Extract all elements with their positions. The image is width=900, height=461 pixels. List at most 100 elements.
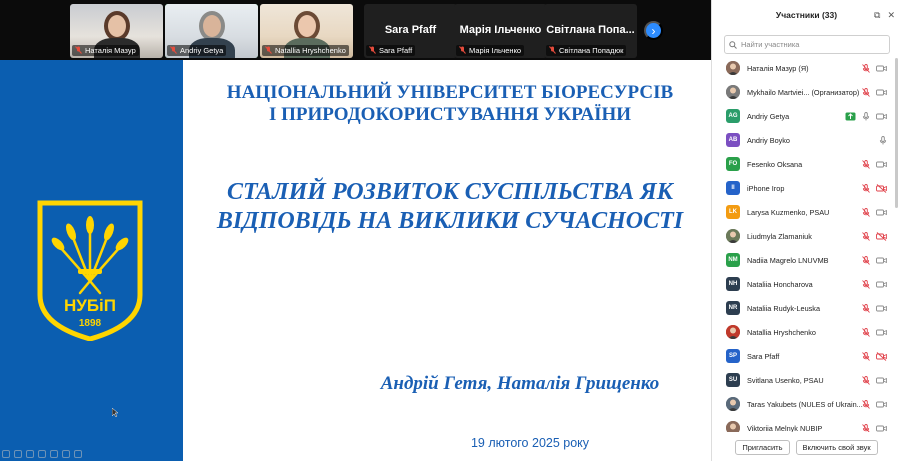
participant-name: Nadiia Magrelo LNUVMB [747, 255, 829, 265]
tile-name-label: Andriy Getya [167, 44, 256, 56]
participant-row[interactable]: Taras Yakubets (NULES of Ukrain... [712, 392, 900, 416]
participant-row[interactable]: Mykhailo Martviei... (Организатор) [712, 80, 900, 104]
mic-off-icon[interactable] [862, 351, 870, 361]
video-icon[interactable] [876, 88, 887, 97]
participant-row[interactable]: FO Fesenko Oksana [712, 152, 900, 176]
video-icon[interactable] [876, 256, 887, 265]
mic-off-icon[interactable] [862, 207, 870, 217]
more-icon[interactable] [74, 450, 82, 458]
video-off-icon[interactable] [876, 231, 887, 241]
mic-off-icon [170, 46, 177, 54]
participant-row[interactable]: NR Nataliia Rudyk-Leuska [712, 296, 900, 320]
participant-row[interactable]: Liudmyla Zlamaniuk [712, 224, 900, 248]
participant-search [724, 35, 890, 54]
participant-row[interactable]: Viktoriia Melnyk NUBIP [712, 416, 900, 432]
mic-off-icon[interactable] [862, 255, 870, 265]
video-tile[interactable]: Sara Pfaff Sara Pfaff [364, 4, 457, 58]
tile-name-label: Марія Ільченко [456, 44, 545, 56]
mic-off-icon[interactable] [862, 375, 870, 385]
participant-name: Viktoriia Melnyk NUBIP [747, 423, 823, 433]
mic-off-icon[interactable] [862, 303, 870, 313]
video-icon[interactable] [876, 280, 887, 289]
mic-icon[interactable] [879, 135, 887, 145]
mic-off-icon [369, 46, 376, 54]
mic-off-icon [459, 46, 466, 54]
video-tile[interactable]: Natallia Hryshchenko [260, 4, 353, 58]
participant-row[interactable]: II iPhone Iгор [712, 176, 900, 200]
avatar: II [726, 181, 740, 195]
participant-row[interactable]: AG Andriy Getya [712, 104, 900, 128]
nubip-logo: НУБіП 1898 [37, 200, 143, 341]
participant-figure [298, 15, 316, 37]
video-tile[interactable]: Andriy Getya [165, 4, 258, 58]
next-videos-button[interactable]: › [644, 21, 663, 40]
invite-button[interactable]: Пригласить [735, 439, 790, 455]
avatar: NH [726, 277, 740, 291]
mic-off-icon[interactable] [862, 231, 870, 241]
video-tile[interactable]: Наталія Мазур [70, 4, 163, 58]
participant-name: Natallia Hryshchenko [747, 327, 816, 337]
select-icon[interactable] [26, 450, 34, 458]
avatar-photo [726, 325, 740, 339]
zoom-icon[interactable] [50, 450, 58, 458]
participant-list-scrollbar[interactable] [895, 58, 898, 208]
mic-off-icon[interactable] [862, 63, 870, 73]
participant-name: Наталія Мазур (Я) [747, 63, 809, 73]
mic-off-icon[interactable] [862, 279, 870, 289]
participant-row[interactable]: Наталія Мазур (Я) [712, 56, 900, 80]
mic-off-icon[interactable] [862, 183, 870, 193]
video-tile[interactable]: Марія Ільченко Марія Ільченко [454, 4, 547, 58]
mic-icon[interactable] [862, 111, 870, 121]
video-icon[interactable] [876, 160, 887, 169]
video-icon[interactable] [876, 208, 887, 217]
video-off-icon[interactable] [876, 183, 887, 193]
video-icon[interactable] [876, 400, 887, 409]
participant-row[interactable]: SP Sara Pfaff [712, 344, 900, 368]
avatar: AG [726, 109, 740, 123]
pen-icon[interactable] [14, 450, 22, 458]
participant-name: Sara Pfaff [747, 351, 780, 361]
close-icon[interactable]: ✕ [887, 10, 895, 21]
participant-status-icons [862, 255, 887, 265]
video-icon[interactable] [876, 112, 887, 121]
video-icon[interactable] [876, 64, 887, 73]
unmute-myself-button[interactable]: Включить свой звук [795, 439, 878, 455]
video-icon[interactable] [876, 376, 887, 385]
video-tile[interactable]: Світлана Попа... Світлана Попадюк [544, 4, 637, 58]
video-strip: Наталія Мазур Andriy Getya Natallia Hryshc… [0, 0, 711, 60]
video-icon[interactable] [876, 424, 887, 433]
video-off-icon[interactable] [876, 351, 887, 361]
tile-participant-name: Світлана Попадюк [559, 45, 624, 55]
participant-status-icons [862, 303, 887, 313]
participant-row[interactable]: LK Larysa Kuzmenko, PSAU [712, 200, 900, 224]
mic-off-icon[interactable] [862, 159, 870, 169]
search-input[interactable] [741, 40, 881, 49]
participant-row[interactable]: NM Nadiia Magrelo LNUVMB [712, 248, 900, 272]
participants-panel: Участники (33) ⧉ ✕ Наталія Мазур (Я) Mykh… [711, 0, 900, 461]
mic-off-icon[interactable] [862, 399, 870, 409]
copy-icon[interactable] [38, 450, 46, 458]
slide-date: 19 лютого 2025 року [470, 436, 590, 450]
video-icon[interactable] [876, 328, 887, 337]
avatar [726, 85, 740, 99]
mic-off-icon[interactable] [862, 423, 870, 433]
avatar: SP [726, 349, 740, 363]
annotate-icon[interactable] [2, 450, 10, 458]
avatar [726, 421, 740, 432]
panel-header: Участники (33) ⧉ ✕ [712, 0, 900, 30]
participant-figure [203, 15, 221, 37]
participant-row[interactable]: AB Andriy Boyko [712, 128, 900, 152]
participant-name: Mykhailo Martviei... (Организатор) [747, 87, 860, 97]
participant-status-icons [862, 375, 887, 385]
participant-row[interactable]: SU Svitlana Usenko, PSAU [712, 368, 900, 392]
mic-off-icon[interactable] [862, 87, 870, 97]
participant-row[interactable]: Natallia Hryshchenko [712, 320, 900, 344]
mouse-cursor-icon [112, 408, 118, 417]
participant-row[interactable]: NH Nataliia Honcharova [712, 272, 900, 296]
popout-icon[interactable]: ⧉ [874, 10, 880, 21]
mic-off-icon[interactable] [862, 327, 870, 337]
tile-display-name: Sara Pfaff [384, 24, 437, 36]
fit-icon[interactable] [62, 450, 70, 458]
video-icon[interactable] [876, 304, 887, 313]
university-name-line2: І ПРИРОДОКОРИСТУВАННЯ УКРАЇНИ [268, 104, 632, 125]
